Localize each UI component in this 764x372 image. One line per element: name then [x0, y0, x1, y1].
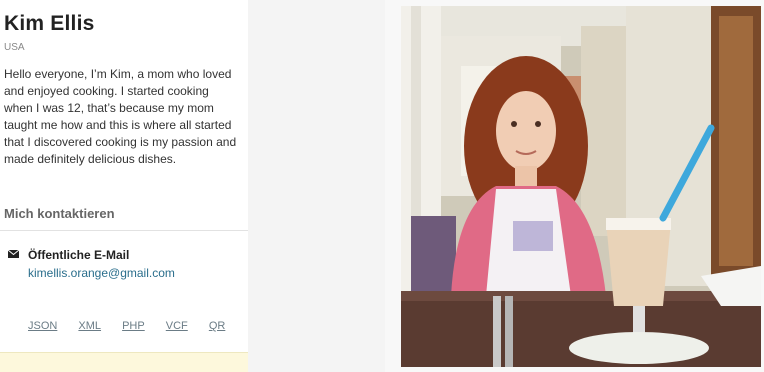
export-vcf-link[interactable]: VCF	[166, 320, 188, 332]
export-xml-link[interactable]: XML	[78, 320, 101, 332]
profile-country: USA	[4, 42, 25, 53]
email-label: Öffentliche E-Mail	[28, 248, 130, 262]
profile-photo	[401, 6, 761, 367]
divider	[0, 230, 248, 231]
envelope-icon	[8, 250, 19, 258]
profile-bio: Hello everyone, I’m Kim, a mom who loved…	[4, 67, 237, 166]
profile-name: Kim Ellis	[4, 12, 95, 35]
email-link[interactable]: kimellis.orange@gmail.com	[28, 266, 175, 280]
profile-card: Kim Ellis USA Hello everyone, I’m Kim, a…	[0, 0, 248, 372]
export-qr-link[interactable]: QR	[209, 320, 226, 332]
export-json-link[interactable]: JSON	[28, 320, 57, 332]
export-php-link[interactable]: PHP	[122, 320, 145, 332]
contact-heading: Mich kontaktieren	[4, 206, 115, 221]
profile-photo-frame	[385, 0, 764, 372]
export-formats: JSON XML PHP VCF QR	[28, 320, 243, 332]
footer-strip	[0, 352, 248, 372]
